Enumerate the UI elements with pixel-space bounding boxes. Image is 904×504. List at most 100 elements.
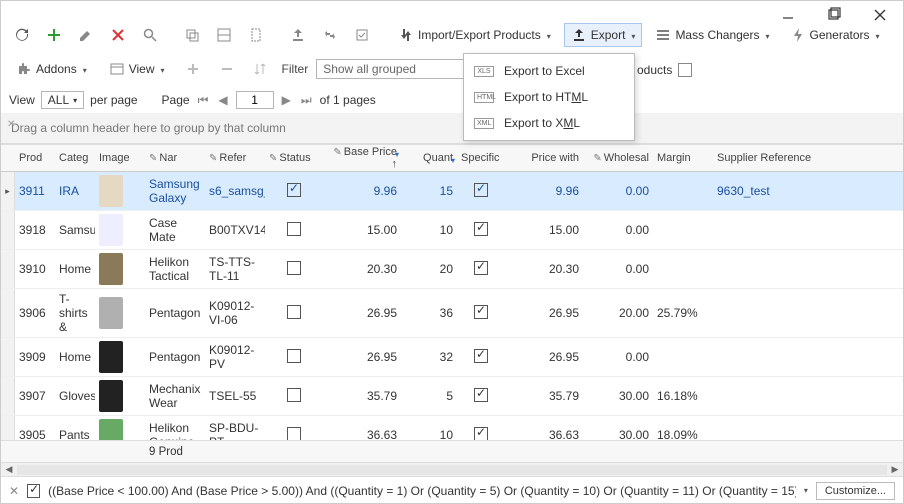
cell-specific[interactable] <box>457 258 505 281</box>
filter-close[interactable]: ✕ <box>9 484 19 498</box>
group-by-area[interactable]: ✕ Drag a column header here to group by … <box>1 113 903 144</box>
html-icon: HTML <box>474 92 494 103</box>
addons-button[interactable]: Addons <box>9 57 94 81</box>
page-next[interactable]: ▶ <box>280 93 293 107</box>
cell-status[interactable] <box>265 424 323 441</box>
cell-status[interactable] <box>265 180 323 203</box>
export-html-item[interactable]: HTML Export to HTML <box>464 84 634 110</box>
search-button[interactable] <box>137 23 163 47</box>
cell-status[interactable] <box>265 258 323 281</box>
header-name[interactable]: ✎Nar <box>145 150 205 166</box>
cell-price-with: 15.00 <box>505 220 583 240</box>
cell-specific[interactable] <box>457 424 505 441</box>
cell-specific[interactable] <box>457 346 505 369</box>
cell-wholesale: 0.00 <box>583 220 653 240</box>
generators-icon <box>790 27 806 43</box>
cell-quantity: 15 <box>401 181 457 201</box>
cell-price-with: 9.96 <box>505 181 583 201</box>
header-margin[interactable]: Margin <box>653 150 713 166</box>
cell-wholesale: 0.00 <box>583 347 653 367</box>
refresh-button[interactable] <box>9 23 35 47</box>
header-image[interactable]: Image <box>95 150 145 166</box>
delete-button[interactable] <box>105 23 131 47</box>
tree-expand-button[interactable] <box>180 57 206 81</box>
table-row[interactable]: 3909HomePentagonK09012-PV26.953226.950.0… <box>1 338 903 377</box>
cell-name: Pentagon <box>145 303 205 323</box>
secondary-toolbar: Addons View Filter <box>1 55 903 87</box>
export-excel-item[interactable]: XLS Export to Excel <box>464 58 634 84</box>
header-prod[interactable]: Prod <box>15 150 55 166</box>
mass-changers-icon <box>655 27 671 43</box>
header-wholesale[interactable]: ✎Wholesal <box>583 150 653 166</box>
page-first[interactable]: ⏮ <box>196 93 211 108</box>
window-close[interactable] <box>857 1 903 29</box>
header-supplier-ref[interactable]: Supplier Reference <box>713 150 823 166</box>
cell-margin: 18.09% <box>653 425 713 440</box>
cell-reference: TSEL-55 <box>205 386 265 406</box>
customize-filter-button[interactable]: Customize... <box>816 482 895 500</box>
header-quantity[interactable]: Quant▾ <box>401 150 457 166</box>
table-row[interactable]: 3918SamsungCase MateB00TXV148415.001015.… <box>1 211 903 250</box>
header-base-price[interactable]: ✎Base Price ↑▾ <box>323 144 401 172</box>
cell-status[interactable] <box>265 385 323 408</box>
sort-button[interactable] <box>248 57 274 81</box>
cell-specific[interactable] <box>457 302 505 325</box>
products-label-fragment: oducts <box>637 63 692 77</box>
cell-status[interactable] <box>265 302 323 325</box>
header-status[interactable]: ✎Status <box>265 150 323 166</box>
table-row[interactable]: 3906T-shirts &PentagonK09012-VI-0626.953… <box>1 289 903 338</box>
filter-label: Filter <box>282 62 309 76</box>
products-checkbox[interactable] <box>678 63 692 77</box>
window-minimize[interactable] <box>765 1 811 29</box>
header-price-with[interactable]: Price with <box>505 150 583 166</box>
export-xml-item[interactable]: XML Export to XML <box>464 110 634 136</box>
page-prev[interactable]: ◀ <box>216 93 229 107</box>
cell-status[interactable] <box>265 219 323 242</box>
view-button[interactable]: View <box>102 57 172 81</box>
cell-margin <box>653 188 713 194</box>
page-size-select[interactable]: ALL▾ <box>41 91 84 109</box>
export-button[interactable]: Export <box>564 23 643 47</box>
paste-button[interactable] <box>243 23 269 47</box>
layout-button[interactable] <box>211 23 237 47</box>
close-icon[interactable]: ✕ <box>7 119 15 130</box>
filter-enabled-checkbox[interactable] <box>27 484 40 498</box>
header-reference[interactable]: ✎Refer <box>205 150 265 166</box>
cell-name: Case Mate <box>145 213 205 247</box>
publish-button[interactable] <box>285 23 311 47</box>
edit-button[interactable] <box>73 23 99 47</box>
cell-status[interactable] <box>265 346 323 369</box>
page-last[interactable]: ⏭ <box>299 93 314 108</box>
cell-margin <box>653 266 713 272</box>
import-export-button[interactable]: Import/Export Products <box>391 23 558 47</box>
header-specific[interactable]: Specific <box>457 150 505 166</box>
cell-supplier-ref <box>713 266 823 272</box>
table-row[interactable]: 3905PantsHelikon GenuineSP-BDU-PT36.6310… <box>1 416 903 440</box>
action-button[interactable] <box>349 23 375 47</box>
table-row[interactable]: 3907GlovesMechanix WearTSEL-5535.79535.7… <box>1 377 903 416</box>
view-icon <box>109 61 125 77</box>
mass-changers-button[interactable]: Mass Changers <box>648 23 776 47</box>
tree-collapse-button[interactable] <box>214 57 240 81</box>
cell-price-with: 35.79 <box>505 386 583 406</box>
cell-image <box>95 338 145 376</box>
horizontal-scrollbar[interactable]: ◀▶ <box>1 462 903 476</box>
cell-name: Helikon Tactical <box>145 252 205 286</box>
cell-specific[interactable] <box>457 219 505 242</box>
table-row[interactable]: 3911IRASamsung Galaxys6_samsg_old9.96159… <box>1 172 903 211</box>
cell-base-price: 36.63 <box>323 425 401 440</box>
table-row[interactable]: 3910HomeHelikon TacticalTS-TTS-TL-1120.3… <box>1 250 903 289</box>
copy-button[interactable] <box>179 23 205 47</box>
import-export-icon <box>398 27 414 43</box>
page-input[interactable] <box>236 91 274 109</box>
window-maximize[interactable] <box>811 1 857 29</box>
footer-count: 9 Prod <box>145 443 205 461</box>
cell-image <box>95 250 145 288</box>
cell-specific[interactable] <box>457 385 505 408</box>
header-categ[interactable]: Categ <box>55 150 95 166</box>
cell-base-price: 26.95 <box>323 303 401 323</box>
row-indicator <box>1 338 15 376</box>
cell-specific[interactable] <box>457 180 505 203</box>
move-button[interactable] <box>317 23 343 47</box>
add-button[interactable] <box>41 23 67 47</box>
